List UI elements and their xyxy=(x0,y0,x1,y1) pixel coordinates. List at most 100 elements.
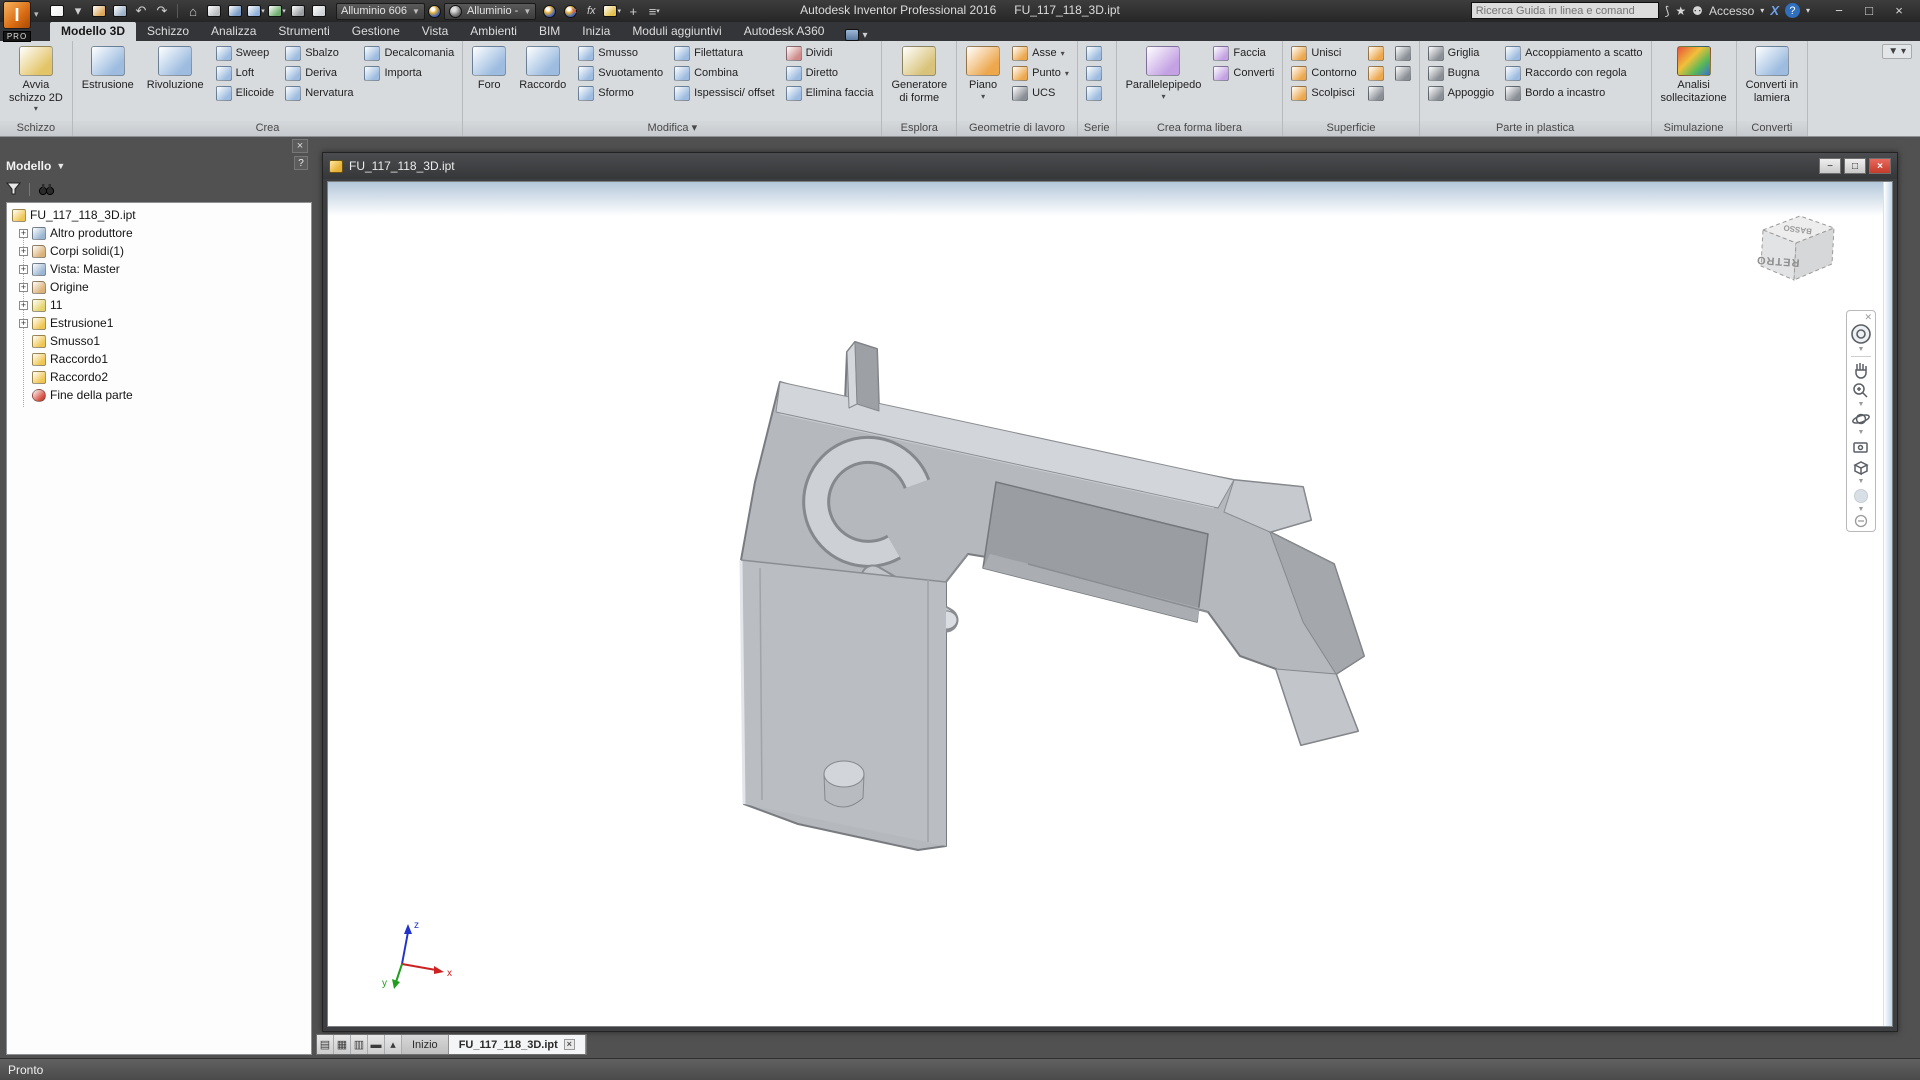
ribbon-group-label-geometrie-di-lavoro[interactable]: Geometrie di lavoro xyxy=(957,121,1077,136)
ribbon-button-replace-face[interactable] xyxy=(1391,43,1415,63)
appearance-combobox[interactable]: Alluminio -▼ xyxy=(444,3,536,20)
parallelepipedo-arrow-icon[interactable]: ▾ xyxy=(1161,92,1165,101)
qat-clear-appearance-icon[interactable]: × xyxy=(561,2,579,20)
inventor-logo-icon[interactable]: I xyxy=(3,1,31,29)
ribbon-button-delete-surface[interactable] xyxy=(1391,63,1415,83)
tab-vista[interactable]: Vista xyxy=(411,22,459,41)
ribbon-group-label-simulazione[interactable]: Simulazione xyxy=(1652,121,1736,136)
tree-item-11[interactable]: +11 xyxy=(7,296,311,314)
tab-gestione[interactable]: Gestione xyxy=(341,22,411,41)
sign-in-arrow-icon[interactable]: ▾ xyxy=(1760,6,1764,15)
ribbon-button-generatore-di-forme[interactable]: Generatoredi forme xyxy=(886,43,952,121)
ribbon-group-label-converti[interactable]: Converti xyxy=(1737,121,1808,136)
bottom-tab-inizio[interactable]: Inizio xyxy=(402,1035,449,1054)
tab-moduli-aggiuntivi[interactable]: Moduli aggiuntivi xyxy=(621,22,732,41)
zoom-arrow-icon[interactable]: ▼ xyxy=(1858,402,1865,408)
community-icon[interactable]: ⟆ xyxy=(1665,4,1670,18)
ribbon-button-griglia[interactable]: Griglia xyxy=(1424,43,1499,63)
tab-modello-3d[interactable]: Modello 3D xyxy=(50,22,136,41)
material-combobox[interactable]: Alluminio 606▼ xyxy=(336,3,425,20)
ribbon-button-circular-pattern[interactable] xyxy=(1082,63,1106,83)
qat-select-icon[interactable]: ▾ xyxy=(268,2,286,20)
qat-view-face-icon[interactable] xyxy=(226,2,244,20)
ribbon-collapse-button[interactable]: ▼ ▾ xyxy=(1882,44,1912,59)
ribbon-button-extend-surface[interactable] xyxy=(1364,83,1388,103)
view-arrow-icon[interactable]: ▼ xyxy=(1858,479,1865,485)
qat-collaborate-icon[interactable] xyxy=(289,2,307,20)
user-avatar-icon[interactable]: ⚉ xyxy=(1692,4,1703,18)
tree-item-smusso1[interactable]: Smusso1 xyxy=(7,332,311,350)
ribbon-group-label-serie[interactable]: Serie xyxy=(1078,121,1116,136)
look-at-icon[interactable] xyxy=(1851,437,1871,457)
qat-home-view-icon[interactable]: ⌂ xyxy=(184,2,202,20)
qat-print-icon[interactable] xyxy=(205,2,223,20)
ribbon-button-sformo[interactable]: Sformo xyxy=(574,83,667,103)
ribbon-button-faccia[interactable]: Faccia xyxy=(1209,43,1278,63)
ribbon-button-converti-in-lamiera[interactable]: Converti inlamiera xyxy=(1741,43,1804,121)
view-cube[interactable]: BASSO RETRO xyxy=(1748,200,1844,296)
ribbon-button-sbalzo[interactable]: Sbalzo xyxy=(281,43,357,63)
window-layout-icon-1[interactable]: ▤ xyxy=(317,1035,334,1054)
ribbon-button-piano[interactable]: Piano▾ xyxy=(961,43,1005,121)
browser-close-icon[interactable]: × xyxy=(292,139,308,153)
view-cube-home-icon[interactable] xyxy=(1851,458,1871,478)
ribbon-button-rivoluzione[interactable]: Rivoluzione xyxy=(142,43,209,121)
part-3d-model[interactable] xyxy=(328,182,1893,1027)
help-icon[interactable]: ? xyxy=(1785,3,1800,18)
appearance-ball-icon[interactable] xyxy=(428,5,441,18)
ribbon-button-mirror[interactable] xyxy=(1082,83,1106,103)
tab-schizzo[interactable]: Schizzo xyxy=(136,22,200,41)
tree-item-fu-117-118-3d-ipt[interactable]: FU_117_118_3D.ipt xyxy=(7,206,311,224)
ribbon-button-avvia-schizzo-2d[interactable]: Avviaschizzo 2D▾ xyxy=(4,43,68,121)
window-layout-icon-5[interactable]: ▴ xyxy=(385,1035,402,1054)
ribbon-button-combina[interactable]: Combina xyxy=(670,63,779,83)
qat-render-image-icon[interactable]: ▾ xyxy=(247,2,265,20)
asse-arrow-icon[interactable]: ▾ xyxy=(1061,49,1065,58)
filter-icon[interactable] xyxy=(6,182,21,196)
browser-help-icon[interactable]: ? xyxy=(294,156,308,170)
ribbon-button-svuotamento[interactable]: Svuotamento xyxy=(574,63,667,83)
window-layout-icon-3[interactable]: ▥ xyxy=(351,1035,368,1054)
ribbon-group-label-modifica[interactable]: Modifica ▾ xyxy=(463,121,881,136)
ribbon-button-deriva[interactable]: Deriva xyxy=(281,63,357,83)
tree-item-altro-produttore[interactable]: +Altro produttore xyxy=(7,224,311,242)
tab-bim[interactable]: BIM xyxy=(528,22,571,41)
pan-hand-icon[interactable] xyxy=(1851,360,1871,380)
help-arrow-icon[interactable]: ▾ xyxy=(1806,6,1810,15)
expand-icon[interactable]: + xyxy=(19,247,28,256)
tree-item-raccordo2[interactable]: Raccordo2 xyxy=(7,368,311,386)
qat-measure-icon[interactable]: ▾ xyxy=(603,2,621,20)
ribbon-appearance-button[interactable]: ▾ xyxy=(845,29,867,41)
display-menu-arrow-icon[interactable]: ▾ xyxy=(656,7,660,15)
qat-open-file-icon[interactable] xyxy=(90,2,108,20)
more-tools-arrow-icon[interactable]: ▼ xyxy=(1858,507,1865,513)
bottom-tab-fu-117-118-3d-ipt[interactable]: FU_117_118_3D.ipt× xyxy=(449,1035,586,1054)
restore-button[interactable]: □ xyxy=(1854,0,1884,20)
ribbon-button-elimina-faccia[interactable]: Elimina faccia xyxy=(782,83,878,103)
ribbon-button-nervatura[interactable]: Nervatura xyxy=(281,83,357,103)
doc-restore-button[interactable]: □ xyxy=(1844,158,1866,174)
favorites-star-icon[interactable]: ★ xyxy=(1675,4,1686,18)
ribbon-group-label-schizzo[interactable]: Schizzo xyxy=(0,121,72,136)
help-search-input[interactable] xyxy=(1471,2,1659,19)
qat-help-globe-icon[interactable] xyxy=(310,2,328,20)
tab-analizza[interactable]: Analizza xyxy=(200,22,267,41)
document-title-bar[interactable]: FU_117_118_3D.ipt − □ × xyxy=(323,153,1897,179)
ribbon-button-loft[interactable]: Loft xyxy=(212,63,279,83)
ribbon-button-bordo-a-incastro[interactable]: Bordo a incastro xyxy=(1501,83,1646,103)
tree-item-corpi-solidi-1[interactable]: +Corpi solidi(1) xyxy=(7,242,311,260)
ribbon-button-accoppiamento-a-scatto[interactable]: Accoppiamento a scatto xyxy=(1501,43,1646,63)
ribbon-button-bugna[interactable]: Bugna xyxy=(1424,63,1499,83)
ribbon-button-ispessisci-offset[interactable]: Ispessisci/ offset xyxy=(670,83,779,103)
ribbon-group-label-crea[interactable]: Crea xyxy=(73,121,462,136)
ribbon-button-ucs[interactable]: UCS xyxy=(1008,83,1073,103)
expand-icon[interactable]: + xyxy=(19,265,28,274)
qat-new-file-icon[interactable] xyxy=(48,2,66,20)
expand-icon[interactable]: + xyxy=(19,301,28,310)
minimize-button[interactable]: − xyxy=(1824,0,1854,20)
ribbon-button-smusso[interactable]: Smusso xyxy=(574,43,667,63)
ribbon-group-label-superficie[interactable]: Superficie xyxy=(1283,121,1418,136)
ribbon-button-decalcomania[interactable]: Decalcomania xyxy=(360,43,458,63)
select-arrow-icon[interactable]: ▾ xyxy=(282,7,286,15)
ribbon-button-appoggio[interactable]: Appoggio xyxy=(1424,83,1499,103)
